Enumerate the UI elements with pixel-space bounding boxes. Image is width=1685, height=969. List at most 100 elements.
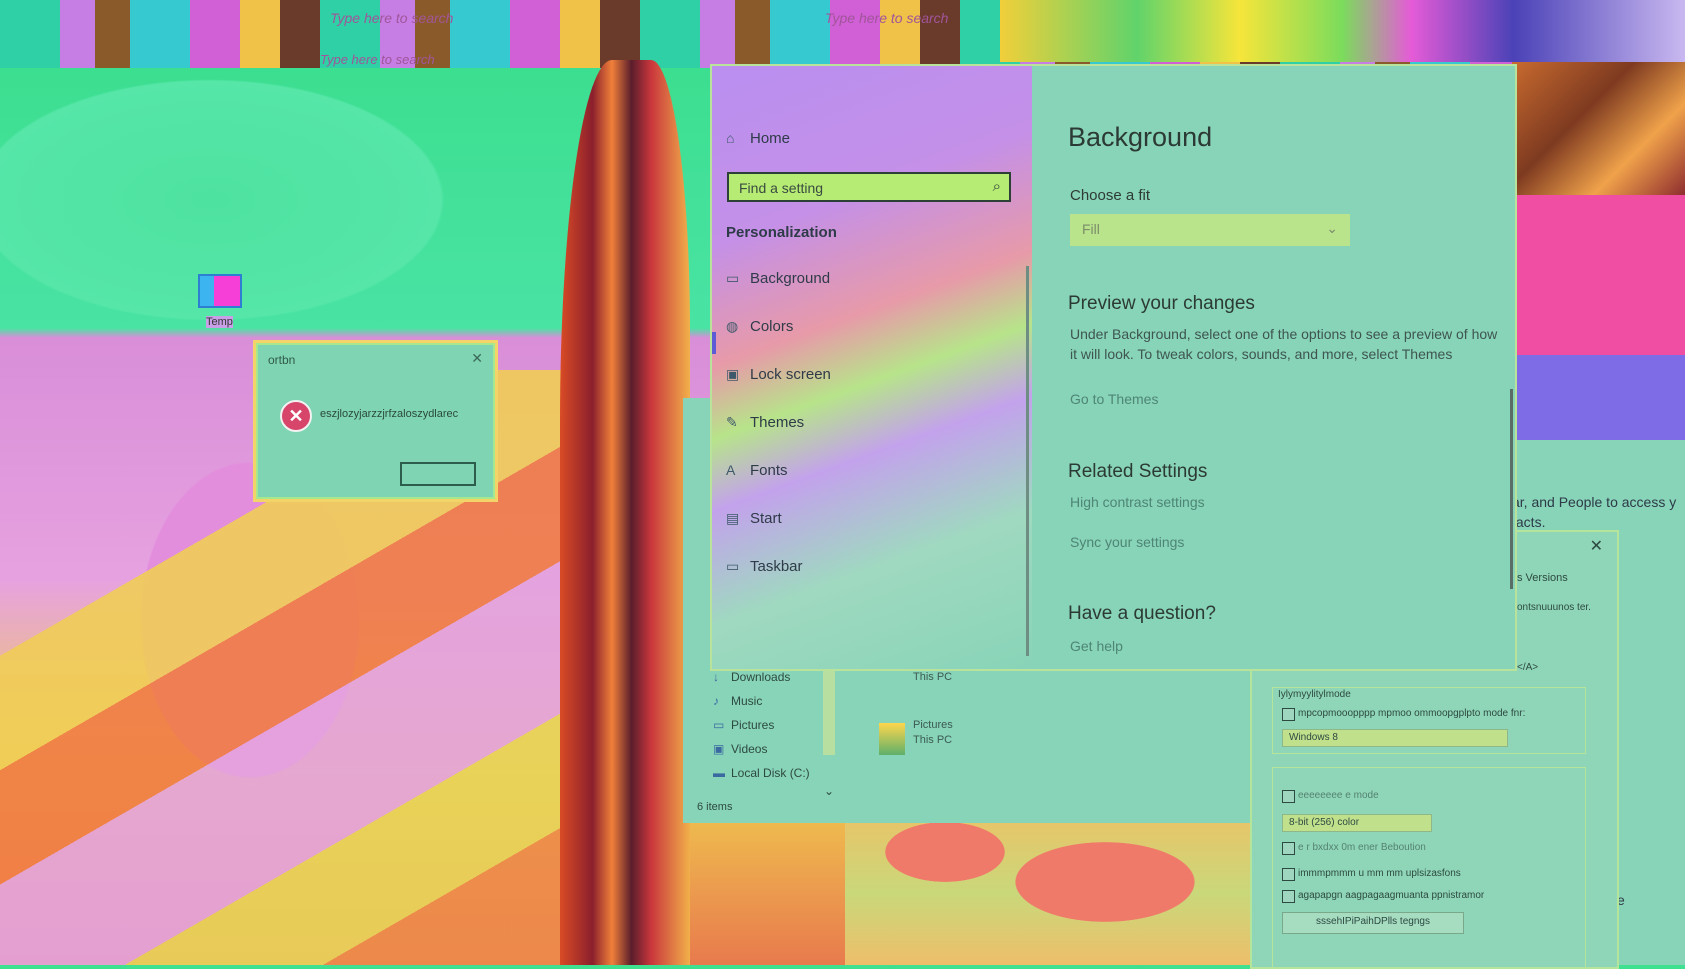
select-value: Windows 8 xyxy=(1289,732,1338,743)
selection-indicator xyxy=(712,332,716,354)
search-input[interactable]: Find a setting ⌕ xyxy=(727,172,1011,202)
nav-item-label: Local Disk (C:) xyxy=(731,766,810,780)
fit-label: Choose a fit xyxy=(1070,187,1151,204)
sidebar-item-colors[interactable]: ◍ Colors xyxy=(726,318,793,335)
sidebar-item-home[interactable]: ⌂ Home xyxy=(726,130,790,147)
help-link[interactable]: </A> xyxy=(1517,662,1538,673)
download-icon: ↓ xyxy=(713,670,719,684)
explorer-nav-pane: ↓ Downloads ♪ Music ▭ Pictures ▣ Videos ▬ Loc… xyxy=(683,670,833,820)
related-settings-heading: Related Settings xyxy=(1068,461,1208,482)
fullscreen-opt-checkbox[interactable] xyxy=(1282,868,1295,881)
get-help-link[interactable]: Get help xyxy=(1070,638,1123,654)
sync-settings-link[interactable]: Sync your settings xyxy=(1070,534,1184,550)
nav-scrollbar[interactable] xyxy=(823,670,835,755)
checkbox-label: immmpmmm u mm mm uplsizasfons xyxy=(1298,868,1461,879)
preview-description: Under Background, select one of the opti… xyxy=(1070,326,1498,362)
taskbar-search-text: Type here to search xyxy=(320,52,435,67)
os-select[interactable]: Windows 8 xyxy=(1282,729,1508,747)
section-heading: Personalization xyxy=(726,224,837,241)
sidebar-item-label: Home xyxy=(750,130,791,147)
fonts-icon: A xyxy=(726,462,736,478)
wallpaper-band xyxy=(1512,195,1685,355)
palette-icon: ◍ xyxy=(726,318,739,334)
question-heading: Have a question? xyxy=(1068,603,1216,624)
tile-name: Pictures xyxy=(913,719,953,731)
status-bar-count: 6 items xyxy=(697,801,733,813)
sidebar-item-label: Taskbar xyxy=(750,558,803,575)
tile-pictures[interactable]: Pictures This PC xyxy=(913,718,953,748)
change-dpi-button[interactable]: sssehIPiPaihDPlls tegngs xyxy=(1282,912,1464,934)
nav-item-videos[interactable]: ▣ Videos xyxy=(713,742,767,756)
pictures-icon: ▭ xyxy=(713,718,725,732)
resolution-checkbox[interactable] xyxy=(1282,842,1295,855)
wallpaper-band xyxy=(1512,62,1685,195)
themes-icon: ✎ xyxy=(726,414,738,430)
compat-mode-checkbox[interactable] xyxy=(1282,708,1295,721)
error-dialog: ortbn ✕ ✕ eszjlozyjarzzjrfzaloszydlarec xyxy=(256,343,495,499)
settings-content: Background Choose a fit Fill ⌄ Preview y… xyxy=(1052,66,1515,669)
preview-heading: Preview your changes xyxy=(1068,293,1255,314)
sidebar-item-label: Themes xyxy=(750,414,805,431)
sidebar-item-themes[interactable]: ✎ Themes xyxy=(726,414,804,431)
videos-icon: ▣ xyxy=(713,742,725,756)
taskbar-search-text: Type here to search xyxy=(825,10,949,26)
run-as-admin-checkbox[interactable] xyxy=(1282,890,1295,903)
checkbox-label: mpcopmooopppp mpmoo ommoopgplpto mode fn… xyxy=(1298,708,1526,719)
music-icon: ♪ xyxy=(713,694,719,708)
sidebar-item-label: Lock screen xyxy=(750,366,831,383)
nav-item-local-disk[interactable]: ▬ Local Disk (C:) xyxy=(713,766,810,780)
fit-dropdown[interactable]: Fill ⌄ xyxy=(1070,214,1350,246)
nav-item-label: Videos xyxy=(731,742,768,756)
tile-this-pc[interactable]: This PC xyxy=(913,670,952,685)
close-icon[interactable]: ✕ xyxy=(1590,536,1603,556)
search-placeholder: Find a setting xyxy=(739,180,824,196)
color-mode-select[interactable]: 8-bit (256) color xyxy=(1282,814,1432,832)
close-icon[interactable]: ✕ xyxy=(471,350,483,367)
group-label: Iylymyylitylmode xyxy=(1278,689,1351,700)
people-panel-text: ar, and People to access y tacts. xyxy=(1512,494,1677,530)
pictures-folder-icon xyxy=(879,723,905,755)
desktop-icon-label[interactable]: Temp xyxy=(206,316,233,328)
reduced-color-checkbox[interactable] xyxy=(1282,790,1295,803)
checkbox-label: eeeeeeee e mode xyxy=(1298,790,1379,801)
sidebar-item-label: Start xyxy=(750,510,782,527)
sidebar-scrollbar[interactable] xyxy=(1026,266,1029,656)
image-icon: ▭ xyxy=(726,270,740,286)
dialog-message: eszjlozyjarzzjrfzaloszydlarec xyxy=(320,408,459,420)
content-scrollbar[interactable] xyxy=(1510,389,1513,589)
wallpaper-band xyxy=(1512,355,1685,440)
nav-item-label: Pictures xyxy=(731,718,775,732)
checkbox-label: e r bxdxx 0m ener Beboution xyxy=(1298,842,1426,853)
sidebar-item-fonts[interactable]: A Fonts xyxy=(726,462,788,479)
nav-item-label: Music xyxy=(731,694,763,708)
wallpaper-band xyxy=(1000,0,1685,62)
desktop-app-icon[interactable] xyxy=(198,274,242,308)
nav-item-pictures[interactable]: ▭ Pictures xyxy=(713,718,774,732)
tab-previous-versions[interactable]: s Versions xyxy=(1517,572,1568,584)
ok-button[interactable] xyxy=(400,462,476,486)
settings-window: ⌂ Home Find a setting ⌕ Personalization ▭… xyxy=(712,66,1515,669)
chevron-down-icon: ⌄ xyxy=(1326,220,1338,236)
sidebar-item-start[interactable]: ▤ Start xyxy=(726,510,782,527)
tile-location: This PC xyxy=(913,734,953,746)
go-to-themes-link[interactable]: Go to Themes xyxy=(1070,391,1158,407)
page-title: Background xyxy=(1068,122,1213,152)
wallpaper-wave xyxy=(560,60,690,965)
sidebar-item-background[interactable]: ▭ Background xyxy=(726,270,830,287)
dropdown-value: Fill xyxy=(1082,221,1100,237)
chevron-down-icon[interactable]: ⌄ xyxy=(824,784,834,798)
nav-item-music[interactable]: ♪ Music xyxy=(713,694,762,708)
taskbar-search-text: Type here to search xyxy=(330,10,454,26)
settings-sidebar: ⌂ Home Find a setting ⌕ Personalization ▭… xyxy=(712,66,1032,669)
sidebar-item-taskbar[interactable]: ▭ Taskbar xyxy=(726,558,803,575)
sidebar-item-label: Colors xyxy=(750,318,794,335)
error-icon: ✕ xyxy=(280,400,312,432)
search-icon[interactable]: ⌕ xyxy=(993,178,1001,195)
nav-item-downloads[interactable]: ↓ Downloads xyxy=(713,670,790,684)
sidebar-item-label: Fonts xyxy=(750,462,788,479)
sidebar-item-lock-screen[interactable]: ▣ Lock screen xyxy=(726,366,831,383)
nav-item-label: Downloads xyxy=(731,670,791,684)
select-value: 8-bit (256) color xyxy=(1289,817,1360,828)
high-contrast-link[interactable]: High contrast settings xyxy=(1070,494,1205,510)
tile-name: This PC xyxy=(913,671,953,683)
